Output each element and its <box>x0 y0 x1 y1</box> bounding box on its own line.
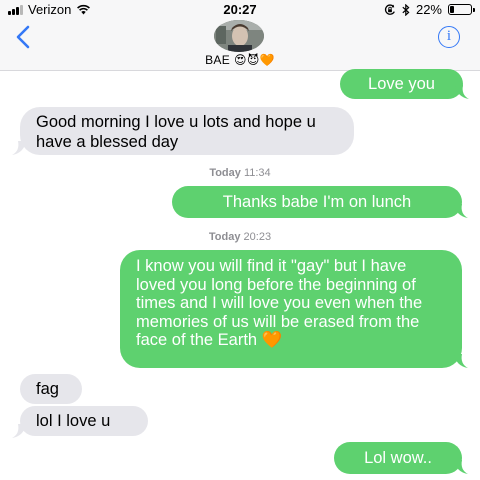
contact-emoji: 😍😈🧡 <box>234 53 275 67</box>
status-bar: Verizon 20:27 22% <box>0 0 480 20</box>
message-timestamp: Today 11:34 <box>0 167 480 179</box>
sent-message-bubble[interactable]: I know you will find it "gay" but I have… <box>120 250 462 368</box>
message-text: Love you <box>368 75 435 93</box>
bubble-tail <box>455 85 469 99</box>
bubble-tail <box>12 141 26 155</box>
timestamp-day: Today <box>208 231 241 243</box>
message-text: Lol wow.. <box>364 449 432 467</box>
bluetooth-icon <box>402 3 410 16</box>
info-icon: i <box>446 28 452 44</box>
message-text: I know you will find it "gay" but I have… <box>136 257 423 349</box>
lock-rotation-icon <box>384 3 395 15</box>
contact-name-row[interactable]: BAE 😍😈🧡 <box>0 53 480 67</box>
back-button[interactable] <box>12 24 36 50</box>
bubble-tail <box>454 204 468 218</box>
message-timestamp: Today 20:23 <box>0 231 480 243</box>
message-text: fag <box>36 380 59 398</box>
message-text: lol I love u <box>36 412 111 430</box>
messages-screen: Verizon 20:27 22% BAE 😍😈🧡 i Love you Goo… <box>0 0 480 480</box>
message-text: Good morning I love u lots and hope u ha… <box>36 113 316 151</box>
timestamp-time: 20:23 <box>243 231 272 243</box>
received-message-bubble[interactable]: Good morning I love u lots and hope u ha… <box>20 107 354 155</box>
battery-level <box>450 6 454 13</box>
timestamp-day: Today <box>209 167 241 179</box>
status-right: 22% <box>384 2 475 17</box>
timestamp-time: 11:34 <box>243 167 271 179</box>
info-button[interactable]: i <box>438 26 460 48</box>
sent-message-bubble[interactable]: Lol wow.. <box>334 442 462 474</box>
received-message-bubble[interactable]: fag <box>20 374 82 404</box>
received-message-bubble[interactable]: lol I love u <box>20 406 148 436</box>
conversation-header: BAE 😍😈🧡 i <box>0 20 480 71</box>
battery-percent: 22% <box>415 2 442 17</box>
bubble-tail <box>454 460 468 474</box>
message-text: Thanks babe I'm on lunch <box>222 193 412 211</box>
battery-icon <box>448 4 475 15</box>
sent-message-bubble[interactable]: Thanks babe I'm on lunch <box>172 186 462 218</box>
bubble-tail <box>454 354 468 368</box>
avatar-photo <box>214 20 264 52</box>
sent-message-bubble[interactable]: Love you <box>340 69 463 99</box>
bubble-tail <box>12 424 26 438</box>
contact-name: BAE <box>205 53 231 67</box>
contact-avatar[interactable] <box>214 20 264 52</box>
